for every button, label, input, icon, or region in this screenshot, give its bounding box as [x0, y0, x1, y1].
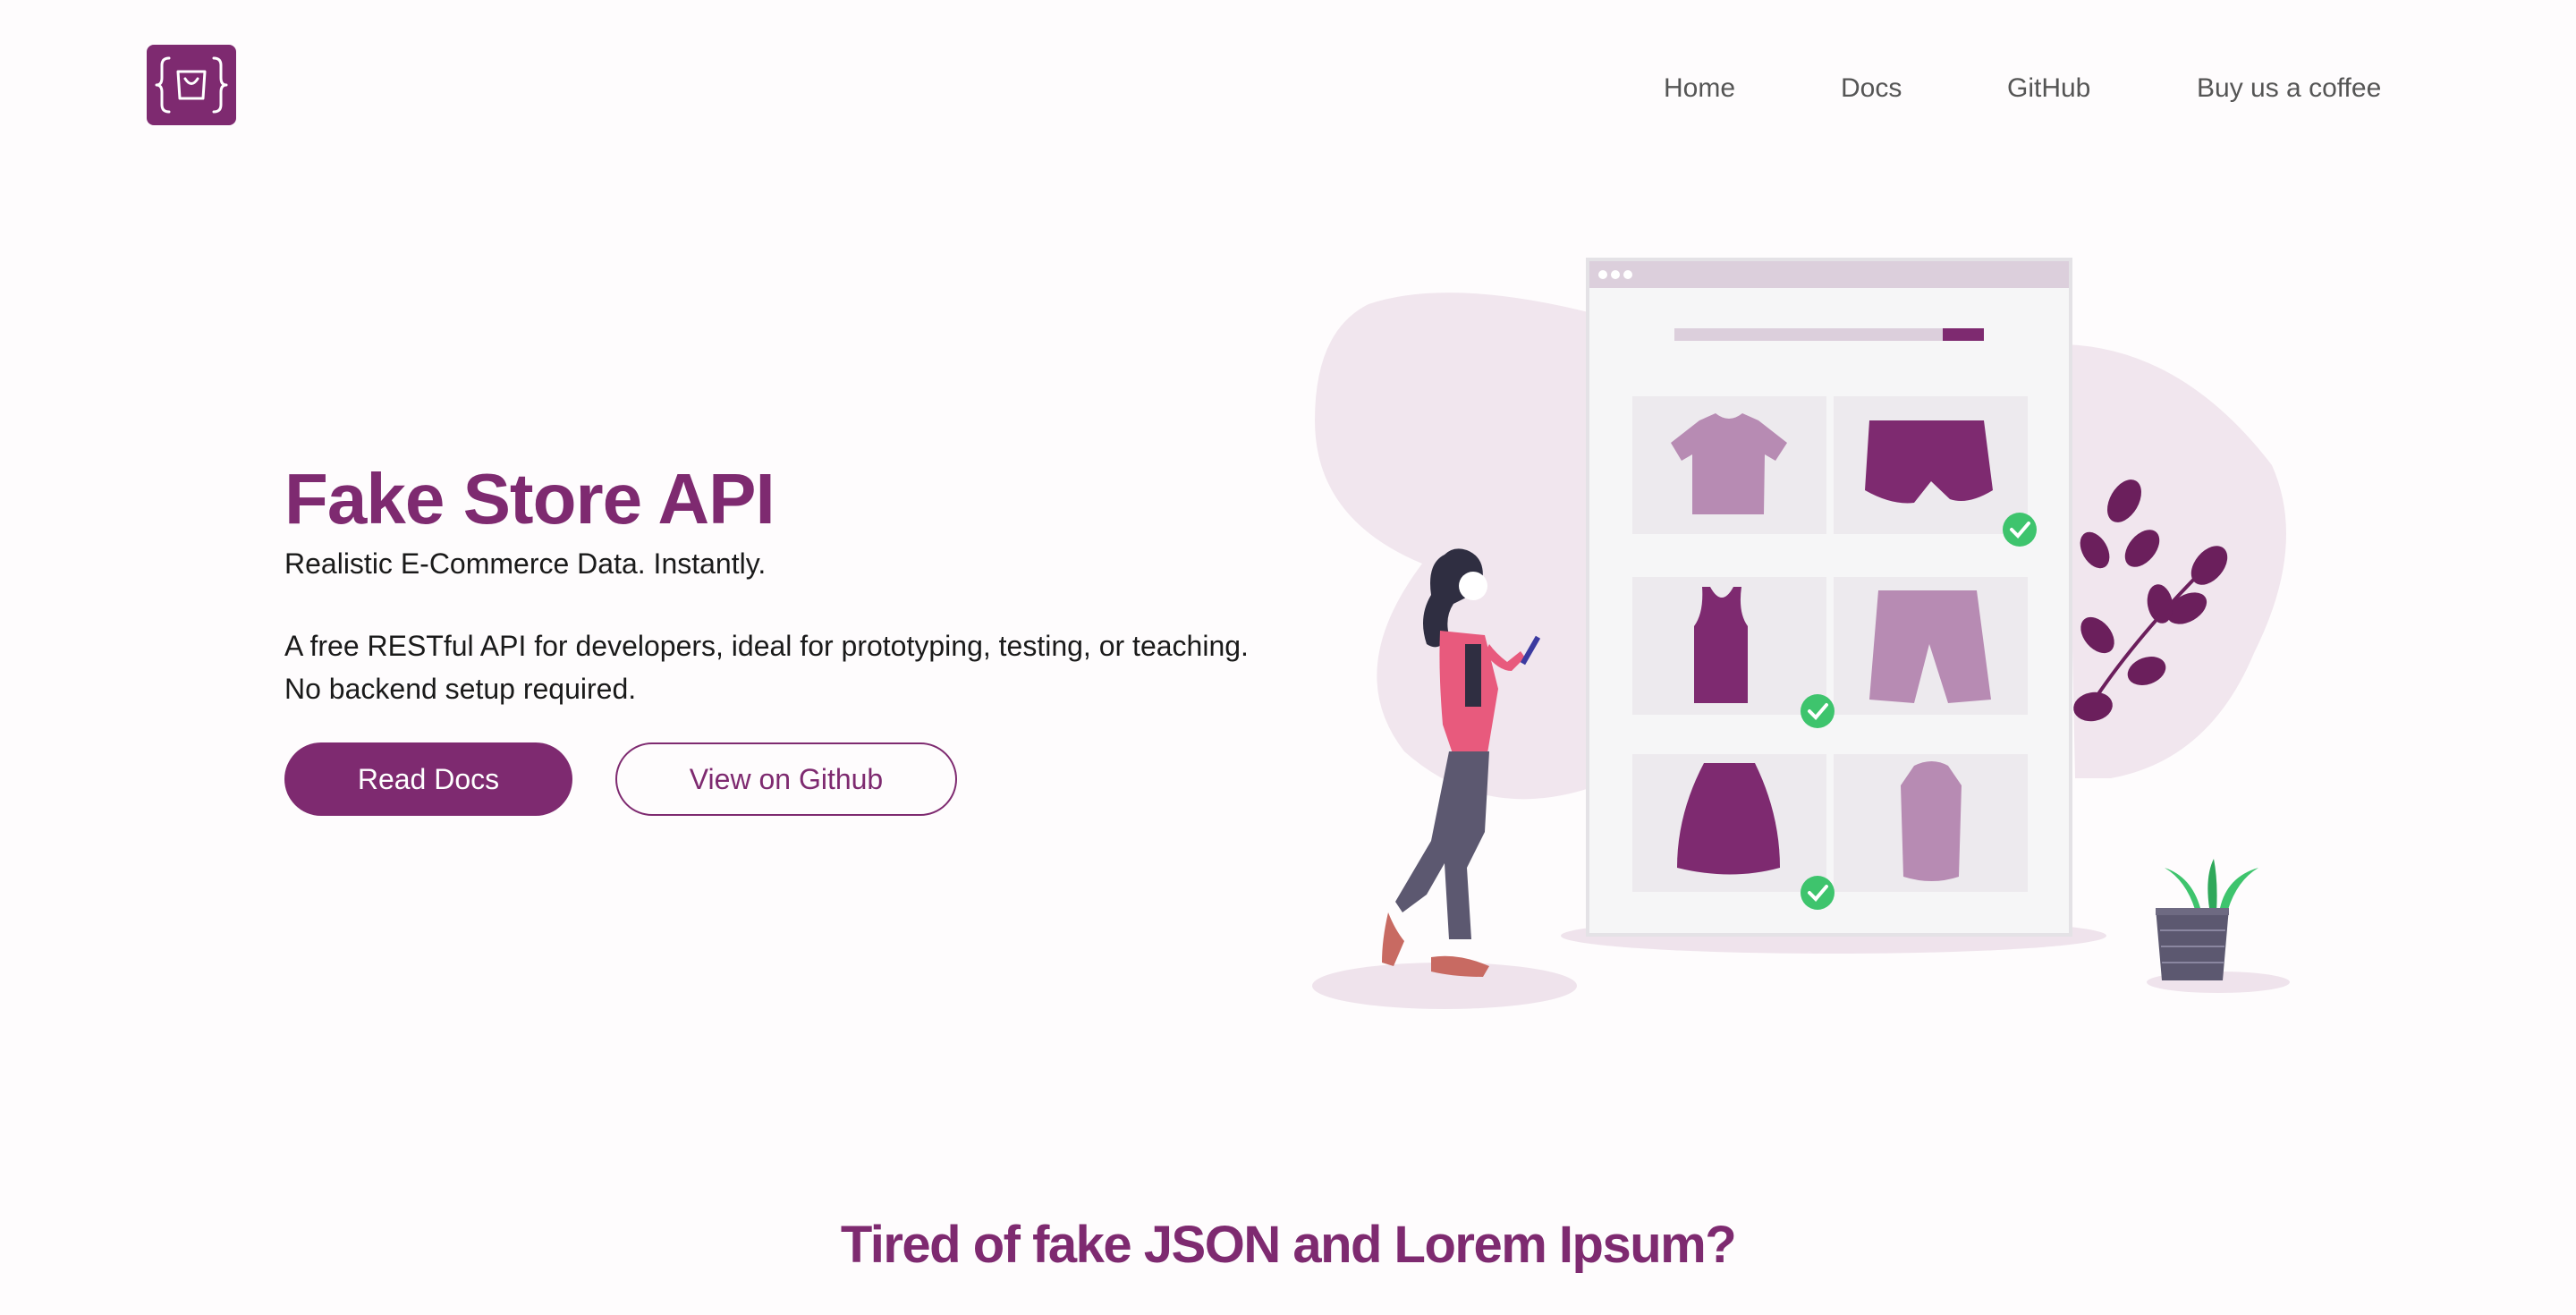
hero-tagline: Realistic E-Commerce Data. Instantly.	[284, 547, 767, 580]
shopping-bag-braces-icon	[155, 56, 228, 114]
hero-description: A free RESTful API for developers, ideal…	[284, 624, 1249, 710]
hero-title: Fake Store API	[284, 459, 775, 539]
browser-window	[1586, 258, 2072, 937]
view-on-github-button[interactable]: View on Github	[615, 742, 957, 816]
hero-description-line-2: No backend setup required.	[284, 673, 637, 705]
nav-home[interactable]: Home	[1664, 73, 1735, 104]
check-badge-icon	[2003, 513, 2037, 547]
section-title: Tired of fake JSON and Lorem Ipsum?	[840, 1216, 1737, 1274]
nav-github[interactable]: GitHub	[2007, 73, 2090, 104]
hero-description-line-1: A free RESTful API for developers, ideal…	[284, 630, 1249, 662]
check-badge-icon	[1801, 876, 1835, 910]
read-docs-button[interactable]: Read Docs	[284, 742, 572, 816]
potted-plant-icon	[2156, 859, 2258, 980]
vest-icon	[1901, 761, 1962, 881]
check-badge-icon	[1801, 694, 1835, 728]
tank-top-icon	[1694, 587, 1748, 703]
hero-illustration	[1312, 258, 2290, 1009]
landing-page: Home Docs GitHub Buy us a coffee Fake St…	[0, 0, 2576, 1315]
nav-buy-coffee[interactable]: Buy us a coffee	[2197, 73, 2381, 104]
nav-docs[interactable]: Docs	[1841, 73, 1902, 104]
logo[interactable]	[147, 45, 236, 125]
